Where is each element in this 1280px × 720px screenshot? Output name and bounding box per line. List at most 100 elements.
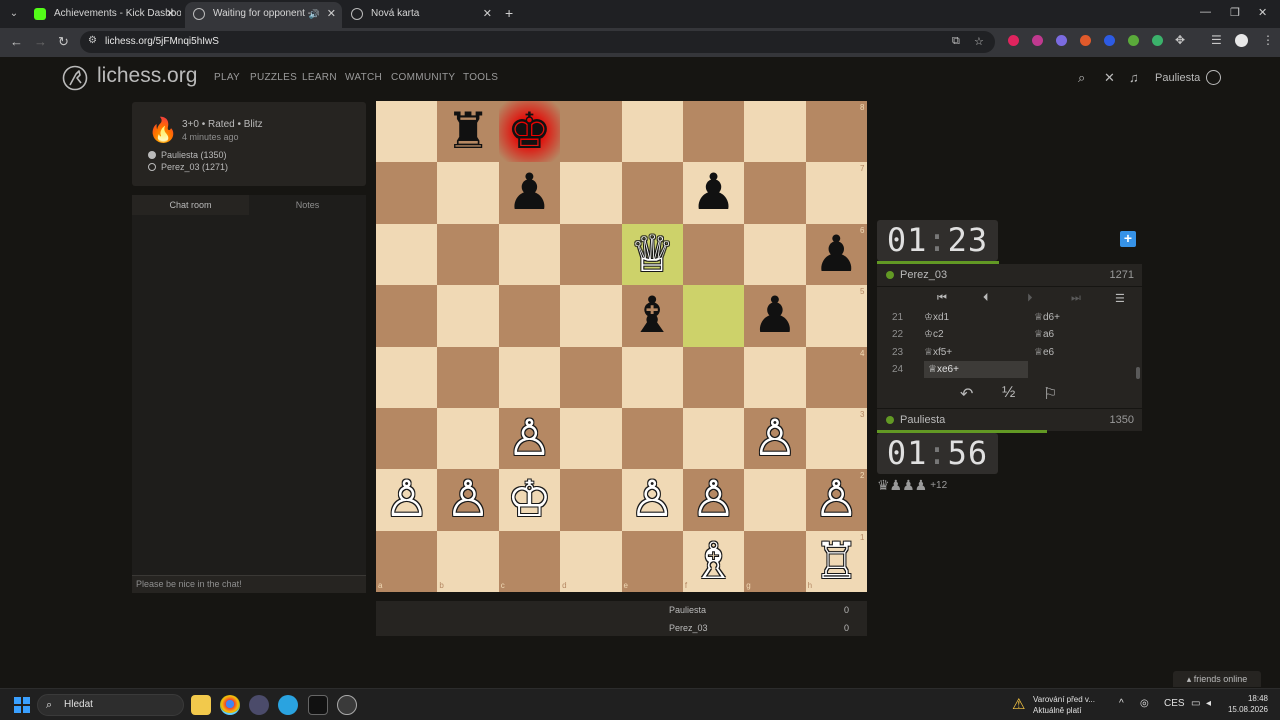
close-tab-icon[interactable]: ✕ bbox=[483, 2, 492, 26]
notification-bell-icon[interactable]: ♫ bbox=[1129, 70, 1139, 85]
square-b4[interactable] bbox=[437, 346, 499, 408]
browser-menu-icon[interactable]: ⋮ bbox=[1262, 33, 1274, 47]
square-b3[interactable] bbox=[437, 407, 499, 470]
windows-start-icon[interactable] bbox=[14, 697, 30, 713]
site-info-icon[interactable]: ⚙ bbox=[88, 35, 97, 46]
white-pawn-icon[interactable]: ♙ bbox=[376, 469, 437, 530]
new-tab-icon[interactable]: + bbox=[505, 5, 513, 21]
browser-tab-kick[interactable]: Achievements - Kick Dashboard ✕ bbox=[26, 2, 181, 28]
black-bishop-icon[interactable]: ♝ bbox=[622, 285, 683, 346]
extension-icon[interactable] bbox=[1008, 35, 1019, 46]
opponent-player-row[interactable]: Perez_03 1271 bbox=[877, 264, 1142, 286]
white-move[interactable]: ♕xe6+ bbox=[924, 361, 1028, 378]
square-c6[interactable] bbox=[498, 223, 561, 286]
square-b1[interactable] bbox=[437, 530, 499, 592]
give-time-button[interactable]: + bbox=[1120, 231, 1136, 247]
extension-icon[interactable] bbox=[1056, 35, 1067, 46]
square-e8[interactable] bbox=[621, 101, 683, 163]
my-player-row[interactable]: Pauliesta 1350 bbox=[877, 409, 1142, 431]
nav-watch[interactable]: WATCH bbox=[345, 72, 382, 83]
black-move[interactable]: ♕a6 bbox=[1034, 326, 1054, 343]
square-g8[interactable] bbox=[744, 101, 806, 163]
white-king-icon[interactable]: ♔ bbox=[499, 469, 560, 530]
square-e7[interactable] bbox=[621, 162, 683, 224]
square-e3[interactable] bbox=[621, 407, 683, 470]
close-tab-icon[interactable]: ✕ bbox=[166, 2, 175, 26]
next-move-icon[interactable]: ⏵ bbox=[1027, 292, 1033, 305]
square-g4[interactable] bbox=[744, 346, 806, 408]
square-a5[interactable] bbox=[376, 285, 438, 347]
square-f4[interactable] bbox=[682, 346, 745, 408]
meta-white-player[interactable]: Pauliesta (1350) bbox=[148, 150, 227, 160]
square-g2[interactable] bbox=[744, 469, 806, 531]
square-a6[interactable] bbox=[376, 223, 438, 286]
square-d6[interactable] bbox=[560, 223, 622, 286]
minimize-icon[interactable]: — bbox=[1200, 6, 1211, 18]
square-d1[interactable] bbox=[560, 530, 622, 592]
crosstable-row[interactable]: Pauliesta 0 bbox=[669, 605, 859, 615]
square-g1[interactable] bbox=[744, 530, 806, 592]
bookmark-star-icon[interactable]: ☆ bbox=[974, 35, 984, 48]
nav-community[interactable]: COMMUNITY bbox=[391, 72, 455, 83]
black-move[interactable]: ♕d6+ bbox=[1034, 309, 1060, 326]
square-f6[interactable] bbox=[682, 223, 745, 286]
square-a3[interactable] bbox=[376, 407, 438, 470]
square-e4[interactable] bbox=[621, 346, 683, 408]
chess-board[interactable]: 8 7 6 5 4 3 2 a b c d e f g 1 h ♜ ♚ ♟ ♟ ♕ ♟ ♝ ♟ ♙ ♙ ♙ ♙ ♔ ♙ ♙ ♙ ♗ ♖ bbox=[376, 101, 867, 592]
site-logo-text[interactable]: lichess.org bbox=[97, 64, 197, 88]
square-c5[interactable] bbox=[498, 285, 561, 347]
profile-avatar-icon[interactable] bbox=[1235, 34, 1248, 47]
username-link[interactable]: Pauliesta bbox=[1155, 72, 1200, 84]
chat-input[interactable]: Please be nice in the chat! bbox=[132, 575, 366, 593]
extension-icon[interactable] bbox=[1128, 35, 1139, 46]
takeback-icon[interactable]: ↶ bbox=[960, 384, 973, 404]
square-d8[interactable] bbox=[560, 101, 622, 163]
square-f3[interactable] bbox=[682, 407, 745, 470]
black-pawn-icon[interactable]: ♟ bbox=[744, 285, 805, 346]
square-d2[interactable] bbox=[560, 469, 622, 531]
app-icon[interactable] bbox=[337, 695, 357, 715]
network-icon[interactable]: ▭ bbox=[1191, 698, 1200, 709]
white-pawn-icon[interactable]: ♙ bbox=[622, 469, 683, 530]
system-time[interactable]: 18:48 bbox=[1228, 694, 1268, 703]
resign-flag-icon[interactable]: ⚐ bbox=[1043, 384, 1057, 404]
first-move-icon[interactable]: ⏮ bbox=[937, 292, 947, 305]
square-b5[interactable] bbox=[437, 285, 499, 347]
square-h4[interactable] bbox=[805, 346, 867, 408]
square-e1[interactable] bbox=[621, 530, 683, 592]
square-d5[interactable] bbox=[560, 285, 622, 347]
white-move[interactable]: ♔xd1 bbox=[924, 309, 949, 326]
restore-icon[interactable]: ❐ bbox=[1230, 6, 1240, 19]
search-icon[interactable]: ⌕ bbox=[1078, 70, 1085, 86]
white-move[interactable]: ♕xf5+ bbox=[924, 344, 952, 361]
extension-icon[interactable] bbox=[1032, 35, 1043, 46]
square-f5[interactable] bbox=[682, 285, 745, 347]
meta-black-player[interactable]: Perez_03 (1271) bbox=[148, 162, 228, 172]
reload-icon[interactable]: ↻ bbox=[58, 34, 69, 50]
nav-tools[interactable]: TOOLS bbox=[463, 72, 498, 83]
close-tab-icon[interactable]: ✕ bbox=[327, 2, 336, 26]
square-a7[interactable] bbox=[376, 162, 438, 224]
tab-chat-room[interactable]: Chat room bbox=[132, 195, 249, 215]
white-queen-icon[interactable]: ♕ bbox=[622, 224, 683, 285]
tab-notes[interactable]: Notes bbox=[249, 195, 366, 215]
file-explorer-icon[interactable] bbox=[191, 695, 211, 715]
nav-puzzles[interactable]: PUZZLES bbox=[250, 72, 297, 83]
white-bishop-icon[interactable]: ♗ bbox=[683, 531, 744, 592]
square-g7[interactable] bbox=[744, 162, 806, 224]
black-pawn-icon[interactable]: ♟ bbox=[683, 162, 744, 223]
white-rook-icon[interactable]: ♖ bbox=[806, 531, 867, 592]
browser-tab-lichess[interactable]: Waiting for opponent - Play 🔊 ✕ bbox=[185, 2, 342, 28]
square-a4[interactable] bbox=[376, 346, 438, 408]
prev-move-icon[interactable]: ⏴ bbox=[983, 292, 989, 305]
telegram-icon[interactable] bbox=[278, 695, 298, 715]
back-icon[interactable]: ← bbox=[10, 34, 23, 49]
white-move[interactable]: ♔c2 bbox=[924, 326, 944, 343]
white-pawn-icon[interactable]: ♙ bbox=[683, 469, 744, 530]
white-pawn-icon[interactable]: ♙ bbox=[806, 469, 867, 530]
browser-tab-new[interactable]: Nová karta ✕ bbox=[343, 2, 498, 28]
square-d7[interactable] bbox=[560, 162, 622, 224]
square-h5[interactable] bbox=[805, 285, 867, 347]
square-h3[interactable] bbox=[805, 407, 867, 470]
chrome-icon[interactable] bbox=[220, 695, 240, 715]
